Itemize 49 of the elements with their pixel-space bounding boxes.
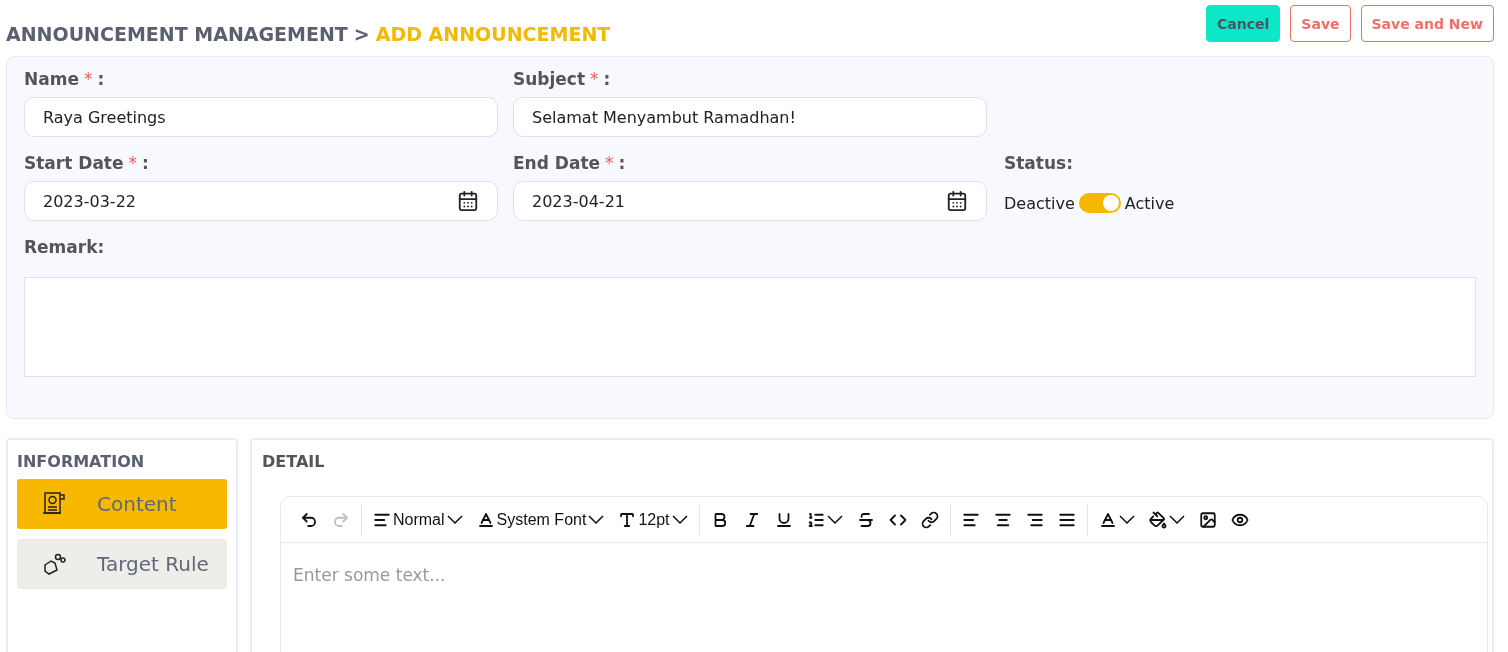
switch-on-label: Active	[1124, 193, 1175, 213]
toolbar-dropdown[interactable]: System Font	[471, 508, 610, 531]
field-label: End Date	[513, 152, 601, 175]
field-label: Remark:	[24, 237, 105, 257]
date-field[interactable]: 2023-03-22	[24, 181, 498, 221]
chevron-down-icon	[671, 515, 688, 524]
label-colon: :	[142, 152, 149, 175]
calendar-icon[interactable]	[457, 190, 479, 212]
underline-icon	[774, 510, 793, 529]
text-color-icon	[1098, 510, 1117, 529]
image-icon	[1198, 510, 1217, 529]
text-size-icon	[618, 510, 637, 529]
label-colon: :	[603, 68, 611, 91]
text-field[interactable]: Raya Greetings	[24, 97, 498, 137]
required-mark: *	[590, 69, 599, 89]
chevron-down-icon	[588, 515, 605, 524]
field-label: Name	[24, 68, 79, 91]
breadcrumb-parent[interactable]: ANNOUNCEMENT MANAGEMENT	[6, 23, 348, 45]
link-icon	[920, 510, 939, 529]
field-label: Status:	[1004, 152, 1074, 175]
toolbar-dropdown[interactable]: Normal	[368, 508, 468, 531]
label-colon: :	[618, 152, 626, 175]
underlined-letter-icon	[476, 510, 495, 529]
calendar-icon[interactable]	[946, 190, 968, 212]
certificate-scroll-icon	[41, 491, 67, 517]
chevron-down-icon	[446, 515, 463, 524]
redo-icon	[332, 510, 350, 529]
status-switch[interactable]	[1078, 193, 1121, 213]
sidebar-item[interactable]: Target Rule	[17, 539, 227, 589]
field-label: Subject	[513, 68, 586, 91]
field-label: Start Date	[24, 152, 124, 175]
required-mark: *	[605, 153, 614, 173]
sidebar-item-label: Content	[97, 492, 177, 516]
required-mark: *	[128, 153, 137, 173]
strikethrough-icon	[856, 510, 875, 529]
date-field[interactable]: 2023-04-21	[513, 181, 987, 221]
required-mark: *	[83, 69, 93, 89]
sidebar-item-label: Target Rule	[97, 552, 209, 576]
text-field[interactable]: Selamat Menyambut Ramadhan!	[513, 97, 987, 137]
section-title: DETAIL	[262, 452, 326, 471]
breadcrumb-current: ADD ANNOUNCEMENT	[375, 23, 611, 45]
toolbar-dropdown[interactable]: 12pt	[613, 508, 693, 531]
switch-off-label: Deactive	[1004, 193, 1075, 213]
sidebar-title: INFORMATION	[17, 452, 146, 471]
action-button[interactable]: Cancel	[1206, 5, 1281, 42]
paint-bucket-icon	[1148, 510, 1167, 529]
breadcrumb-separator: >	[353, 23, 370, 45]
label-colon: :	[97, 68, 105, 91]
undo-icon	[300, 510, 318, 529]
